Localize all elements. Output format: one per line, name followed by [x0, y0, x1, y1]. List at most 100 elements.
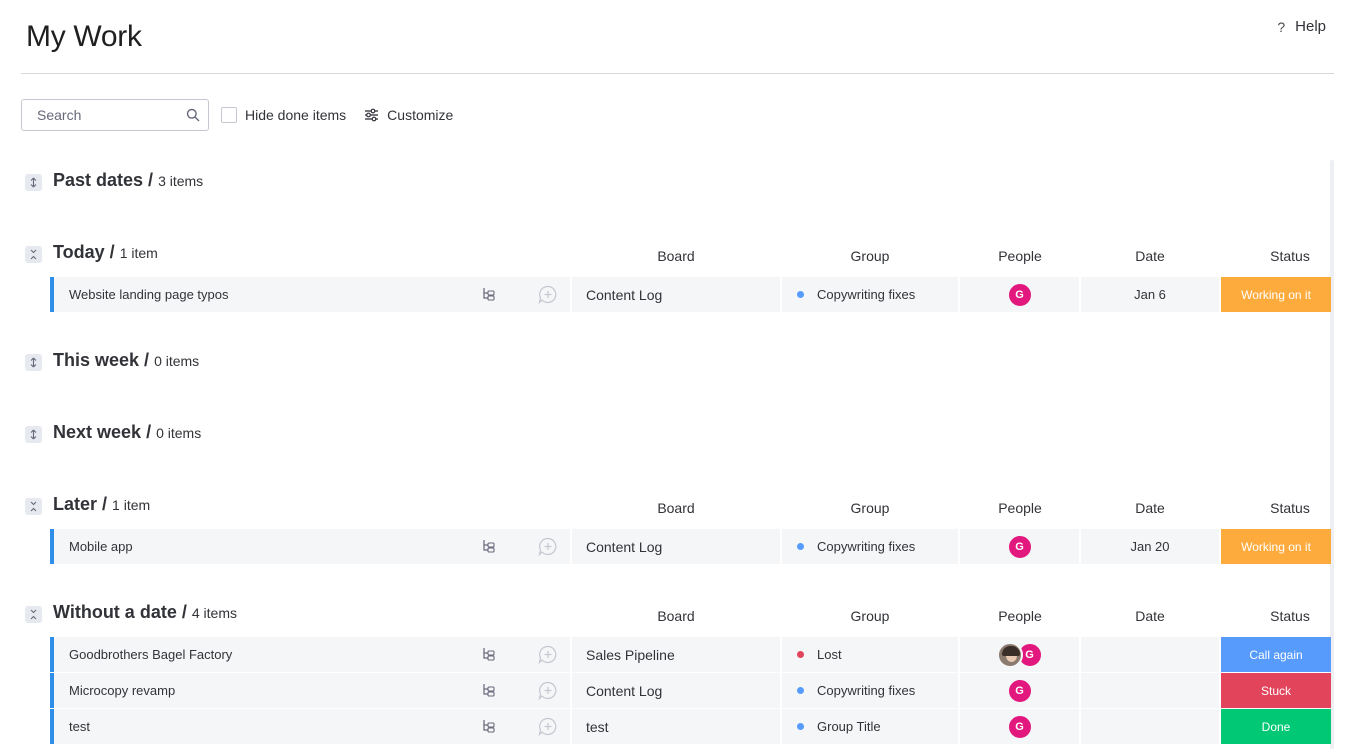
status-cell[interactable]: Call again — [1221, 637, 1331, 672]
help-button[interactable]: ? Help — [1277, 18, 1326, 35]
group-header-next-week[interactable]: Next week/ 0 items — [25, 422, 201, 443]
column-header-people: People — [998, 500, 1042, 516]
group-cell[interactable]: Copywriting fixes — [782, 277, 958, 312]
table-row[interactable]: Microcopy revamp Content Log Copywriting… — [50, 673, 1331, 708]
subitems-icon[interactable] — [482, 719, 495, 733]
avatar[interactable]: G — [1006, 713, 1033, 740]
collapse-icon[interactable] — [25, 498, 42, 515]
avatar[interactable]: G — [1006, 677, 1033, 704]
column-header-group: Group — [850, 500, 890, 516]
group-label: Copywriting fixes — [817, 539, 916, 554]
group-cell[interactable]: Group Title — [782, 709, 958, 744]
group-title: Past dates — [53, 170, 144, 190]
group-label: Copywriting fixes — [817, 287, 916, 302]
group-header-later[interactable]: Later/ 1 item — [25, 494, 150, 515]
add-update-icon[interactable] — [538, 285, 558, 304]
group-header-without-date[interactable]: Without a date/ 4 items — [25, 602, 237, 623]
group-title: Without a date — [53, 602, 177, 622]
date-cell[interactable]: Jan 20 — [1081, 529, 1219, 564]
sliders-icon — [365, 108, 379, 122]
item-name-cell[interactable]: Website landing page typos — [50, 277, 570, 312]
status-cell[interactable]: Working on it — [1221, 529, 1331, 564]
people-cell[interactable]: G — [960, 709, 1079, 744]
people-cell[interactable]: G — [960, 529, 1079, 564]
date-cell[interactable] — [1081, 673, 1219, 708]
status-cell[interactable]: Working on it — [1221, 277, 1331, 312]
group-cell[interactable]: Copywriting fixes — [782, 673, 958, 708]
group-cell[interactable]: Copywriting fixes — [782, 529, 958, 564]
subitems-icon[interactable] — [482, 287, 495, 301]
subitems-icon[interactable] — [482, 683, 495, 697]
group-count: 0 items — [156, 425, 202, 441]
avatar[interactable]: G — [1006, 533, 1033, 560]
column-header-people: People — [998, 248, 1042, 264]
status-cell[interactable]: Done — [1221, 709, 1331, 744]
customize-button[interactable]: Customize — [364, 107, 453, 123]
search-box[interactable] — [21, 99, 209, 131]
group-header-today[interactable]: Today/ 1 item — [25, 242, 158, 263]
hide-done-toggle[interactable]: Hide done items — [221, 107, 346, 123]
page-title: My Work — [26, 20, 142, 53]
group-color-dot — [797, 687, 804, 694]
board-cell[interactable]: Content Log — [572, 277, 780, 312]
group-count: 0 items — [154, 353, 200, 369]
date-cell[interactable] — [1081, 637, 1219, 672]
people-cell[interactable]: G — [960, 637, 1079, 672]
hide-done-checkbox[interactable] — [221, 107, 237, 123]
date-cell[interactable]: Jan 6 — [1081, 277, 1219, 312]
group-title: This week — [53, 350, 140, 370]
table-row[interactable]: test test Group Title G Done — [50, 709, 1331, 744]
group-title: Next week — [53, 422, 142, 442]
group-color-dot — [797, 723, 804, 730]
item-name-cell[interactable]: Microcopy revamp — [50, 673, 570, 708]
expand-icon[interactable] — [25, 426, 42, 443]
table-row[interactable]: Goodbrothers Bagel Factory Sales Pipelin… — [50, 637, 1331, 672]
column-header-board: Board — [657, 500, 695, 516]
item-name[interactable]: Website landing page typos — [69, 287, 228, 302]
column-header-date: Date — [1135, 248, 1165, 264]
people-cell[interactable]: G — [960, 673, 1079, 708]
board-cell[interactable]: Content Log — [572, 529, 780, 564]
add-update-icon[interactable] — [538, 717, 558, 736]
column-header-board: Board — [657, 608, 695, 624]
collapse-icon[interactable] — [25, 246, 42, 263]
item-name-cell[interactable]: Mobile app — [50, 529, 570, 564]
item-name[interactable]: Microcopy revamp — [69, 683, 175, 698]
column-header-status: Status — [1270, 248, 1310, 264]
group-cell[interactable]: Lost — [782, 637, 958, 672]
table-row[interactable]: Mobile app Content Log Copywriting fixes… — [50, 529, 1331, 564]
item-name[interactable]: Goodbrothers Bagel Factory — [69, 647, 232, 662]
board-cell[interactable]: Content Log — [572, 673, 780, 708]
group-count: 3 items — [158, 173, 204, 189]
group-header-past-dates[interactable]: Past dates/ 3 items — [25, 170, 203, 191]
search-icon[interactable] — [186, 108, 200, 122]
subitems-icon[interactable] — [482, 647, 495, 661]
item-name-cell[interactable]: Goodbrothers Bagel Factory — [50, 637, 570, 672]
expand-icon[interactable] — [25, 174, 42, 191]
search-input[interactable] — [37, 107, 177, 123]
table-row[interactable]: Website landing page typos Content Log C… — [50, 277, 1331, 312]
people-cell[interactable]: G — [960, 277, 1079, 312]
group-color-dot — [797, 543, 804, 550]
collapse-icon[interactable] — [25, 606, 42, 623]
board-cell[interactable]: Sales Pipeline — [572, 637, 780, 672]
avatar[interactable]: G — [1006, 281, 1033, 308]
add-update-icon[interactable] — [538, 537, 558, 556]
column-header-people: People — [998, 608, 1042, 624]
item-name-cell[interactable]: test — [50, 709, 570, 744]
expand-icon[interactable] — [25, 354, 42, 371]
add-update-icon[interactable] — [538, 681, 558, 700]
avatar-photo[interactable] — [996, 641, 1023, 668]
column-header-board: Board — [657, 248, 695, 264]
group-header-this-week[interactable]: This week/ 0 items — [25, 350, 199, 371]
date-cell[interactable] — [1081, 709, 1219, 744]
item-name[interactable]: Mobile app — [69, 539, 133, 554]
group-count: 4 items — [191, 605, 237, 621]
board-cell[interactable]: test — [572, 709, 780, 744]
add-update-icon[interactable] — [538, 645, 558, 664]
subitems-icon[interactable] — [482, 539, 495, 553]
status-cell[interactable]: Stuck — [1221, 673, 1331, 708]
group-count: 1 item — [119, 245, 158, 261]
item-name[interactable]: test — [69, 719, 90, 734]
group-label: Copywriting fixes — [817, 683, 916, 698]
